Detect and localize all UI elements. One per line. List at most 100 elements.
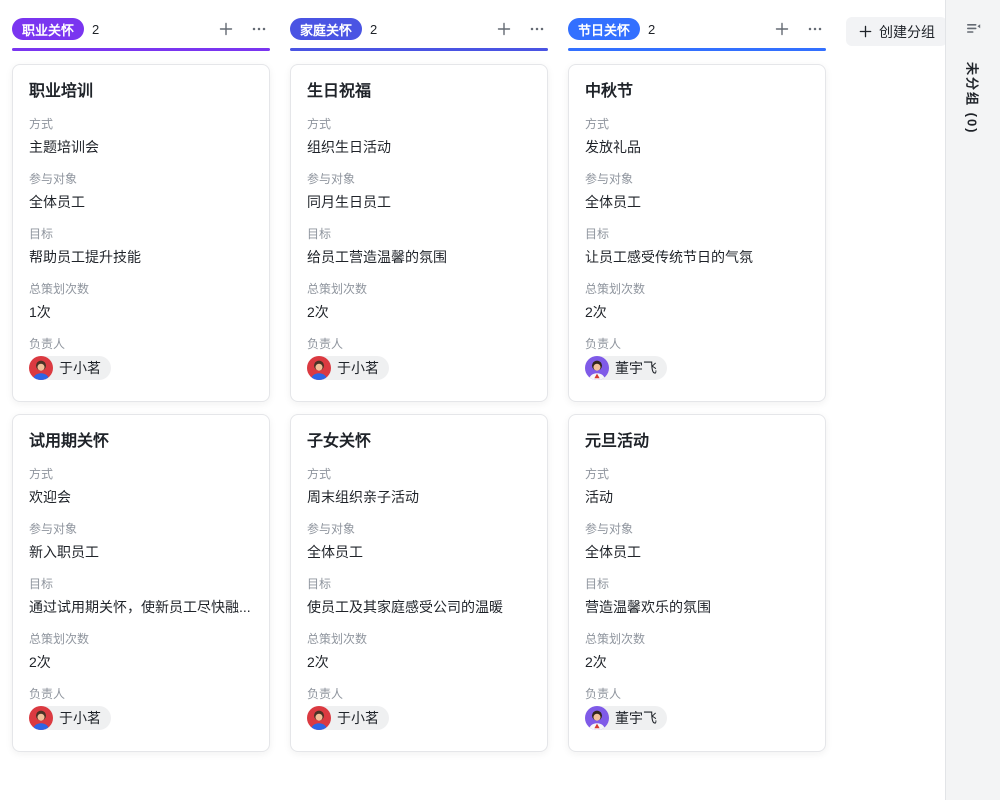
field-value: 全体员工: [307, 541, 531, 563]
field-value: 2次: [585, 301, 809, 323]
field-value: 欢迎会: [29, 486, 253, 508]
field-label: 总策划次数: [29, 280, 253, 298]
avatar-icon: [585, 356, 609, 380]
add-record-button[interactable]: [771, 18, 793, 40]
person-name: 于小茗: [59, 708, 101, 728]
person-name: 董宇飞: [615, 708, 657, 728]
card-title: 中秋节: [585, 81, 809, 103]
record-card[interactable]: 中秋节 方式发放礼品 参与对象全体员工 目标让员工感受传统节日的气氛 总策划次数…: [568, 64, 826, 402]
person-name: 于小茗: [337, 358, 379, 378]
person-tag: 董宇飞: [585, 356, 667, 380]
column-header: 职业关怀 2: [12, 16, 270, 42]
group-badge[interactable]: 职业关怀: [12, 18, 84, 40]
kanban-column-3: 节日关怀 2 中秋节 方式发放礼品 参与对象全体员工 目标让员工感受传统节日的气…: [568, 16, 826, 752]
avatar-icon: [585, 706, 609, 730]
field-label: 方式: [585, 115, 809, 133]
record-card[interactable]: 生日祝福 方式组织生日活动 参与对象同月生日员工 目标给员工营造温馨的氛围 总策…: [290, 64, 548, 402]
field-value: 让员工感受传统节日的气氛: [585, 246, 809, 268]
field-label: 目标: [307, 225, 531, 243]
person-name: 董宇飞: [615, 358, 657, 378]
hidden-groups-rail: 未分组 (0): [945, 0, 1000, 800]
avatar-icon: [29, 706, 53, 730]
field-value: 营造温馨欢乐的氛围: [585, 596, 809, 618]
record-card[interactable]: 元旦活动 方式活动 参与对象全体员工 目标营造温馨欢乐的氛围 总策划次数2次 负…: [568, 414, 826, 752]
field-value: 主题培训会: [29, 136, 253, 158]
field-label: 总策划次数: [307, 630, 531, 648]
create-group-label: 创建分组: [879, 22, 935, 42]
person-name: 于小茗: [337, 708, 379, 728]
field-label: 负责人: [307, 335, 531, 353]
field-label: 负责人: [585, 685, 809, 703]
field-value: 2次: [307, 651, 531, 673]
group-color-bar: [12, 48, 270, 51]
field-label: 目标: [29, 575, 253, 593]
record-card[interactable]: 子女关怀 方式周末组织亲子活动 参与对象全体员工 目标使员工及其家庭感受公司的温…: [290, 414, 548, 752]
field-value: 1次: [29, 301, 253, 323]
person-tag: 于小茗: [307, 706, 389, 730]
field-value: 通过试用期关怀，使新员工尽快融...: [29, 596, 253, 618]
ungrouped-label[interactable]: 未分组 (0): [964, 62, 983, 135]
avatar-icon: [29, 356, 53, 380]
field-value: 周末组织亲子活动: [307, 486, 531, 508]
person-tag: 于小茗: [29, 356, 111, 380]
record-card[interactable]: 试用期关怀 方式欢迎会 参与对象新入职员工 目标通过试用期关怀，使新员工尽快融.…: [12, 414, 270, 752]
group-more-button[interactable]: [248, 18, 270, 40]
field-label: 方式: [307, 115, 531, 133]
add-record-button[interactable]: [215, 18, 237, 40]
card-title: 职业培训: [29, 81, 253, 103]
card-title: 生日祝福: [307, 81, 531, 103]
field-value: 帮助员工提升技能: [29, 246, 253, 268]
field-label: 总策划次数: [307, 280, 531, 298]
field-value: 全体员工: [29, 191, 253, 213]
field-label: 参与对象: [585, 170, 809, 188]
field-value: 给员工营造温馨的氛围: [307, 246, 531, 268]
person-tag: 于小茗: [29, 706, 111, 730]
field-label: 总策划次数: [585, 280, 809, 298]
group-badge[interactable]: 家庭关怀: [290, 18, 362, 40]
field-label: 总策划次数: [585, 630, 809, 648]
field-label: 目标: [585, 575, 809, 593]
field-value: 2次: [307, 301, 531, 323]
field-label: 目标: [29, 225, 253, 243]
field-value: 新入职员工: [29, 541, 253, 563]
person-name: 于小茗: [59, 358, 101, 378]
kanban-board: 职业关怀 2 职业培训 方式主题培训会 参与对象全体员工 目标帮助员工提升技能 …: [0, 0, 945, 800]
field-label: 参与对象: [307, 170, 531, 188]
field-label: 方式: [29, 115, 253, 133]
field-value: 发放礼品: [585, 136, 809, 158]
kanban-column-1: 职业关怀 2 职业培训 方式主题培训会 参与对象全体员工 目标帮助员工提升技能 …: [12, 16, 270, 752]
group-count: 2: [92, 22, 99, 37]
card-title: 试用期关怀: [29, 431, 253, 453]
group-color-bar: [568, 48, 826, 51]
column-header: 家庭关怀 2: [290, 16, 548, 42]
group-count: 2: [370, 22, 377, 37]
field-value: 全体员工: [585, 541, 809, 563]
field-label: 负责人: [307, 685, 531, 703]
card-title: 子女关怀: [307, 431, 531, 453]
group-more-button[interactable]: [526, 18, 548, 40]
group-count: 2: [648, 22, 655, 37]
group-badge[interactable]: 节日关怀: [568, 18, 640, 40]
field-label: 目标: [585, 225, 809, 243]
kanban-column-2: 家庭关怀 2 生日祝福 方式组织生日活动 参与对象同月生日员工 目标给员工营造温…: [290, 16, 548, 752]
record-card[interactable]: 职业培训 方式主题培训会 参与对象全体员工 目标帮助员工提升技能 总策划次数1次…: [12, 64, 270, 402]
collapsed-groups-icon[interactable]: [961, 16, 985, 40]
field-value: 2次: [585, 651, 809, 673]
group-color-bar: [290, 48, 548, 51]
field-value: 活动: [585, 486, 809, 508]
field-label: 负责人: [29, 685, 253, 703]
field-label: 负责人: [585, 335, 809, 353]
create-group-button[interactable]: 创建分组: [846, 17, 945, 46]
field-value: 组织生日活动: [307, 136, 531, 158]
field-label: 参与对象: [585, 520, 809, 538]
person-tag: 于小茗: [307, 356, 389, 380]
field-value: 2次: [29, 651, 253, 673]
field-label: 方式: [307, 465, 531, 483]
avatar-icon: [307, 356, 331, 380]
field-label: 负责人: [29, 335, 253, 353]
group-more-button[interactable]: [804, 18, 826, 40]
add-record-button[interactable]: [493, 18, 515, 40]
card-title: 元旦活动: [585, 431, 809, 453]
column-header: 节日关怀 2: [568, 16, 826, 42]
person-tag: 董宇飞: [585, 706, 667, 730]
